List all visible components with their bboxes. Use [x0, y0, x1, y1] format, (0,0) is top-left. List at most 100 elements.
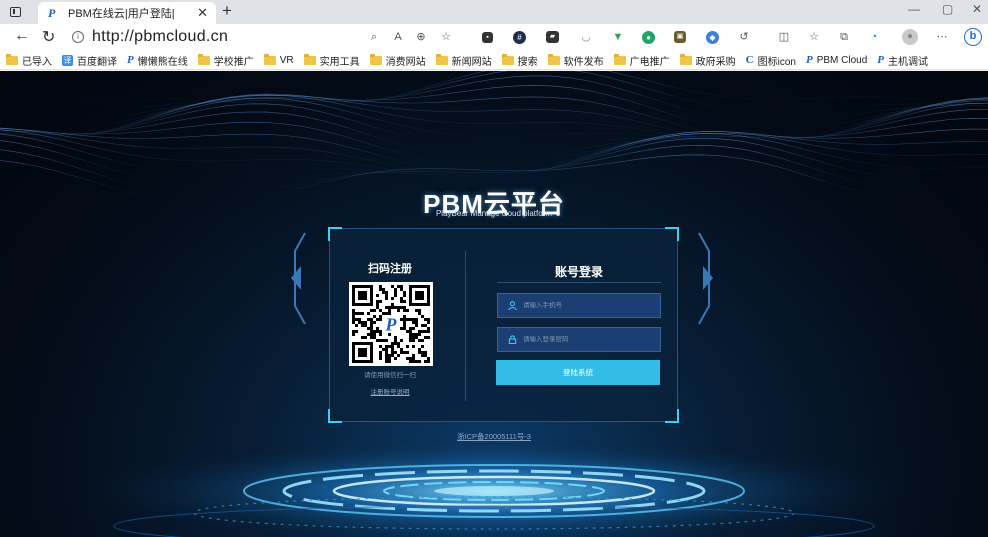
- extension-icon[interactable]: ▣: [674, 31, 686, 43]
- bookmark-item[interactable]: 软件发布: [547, 53, 604, 68]
- bookmark-label: 主机调试: [888, 56, 928, 68]
- translate-app-icon: 译: [62, 54, 73, 66]
- corner-decoration: [665, 227, 679, 241]
- bookmark-label: 百度翻译: [77, 56, 117, 68]
- bookmark-item[interactable]: VR: [263, 53, 294, 66]
- qr-hint: 请使用微信扫一扫: [364, 372, 416, 379]
- favorite-star-icon[interactable]: ☆: [438, 29, 454, 45]
- bookmark-item[interactable]: P 懒懒熊在线: [127, 53, 188, 68]
- portal-ring-decoration: [74, 431, 914, 537]
- phone-input[interactable]: [523, 302, 653, 309]
- bookmark-label: 软件发布: [563, 56, 604, 68]
- bookmark-item[interactable]: C 图标icon: [746, 53, 796, 68]
- qr-code: P: [349, 282, 433, 366]
- more-icon[interactable]: ⋯: [934, 29, 950, 45]
- bookmark-item[interactable]: 译百度翻译: [62, 53, 117, 68]
- collections-icon[interactable]: ⧉: [836, 29, 852, 45]
- maximize-icon[interactable]: ▢: [942, 2, 953, 16]
- svg-text:P: P: [385, 315, 398, 335]
- bookmark-label: VR: [279, 54, 294, 66]
- split-screen-icon[interactable]: ◫: [776, 29, 792, 45]
- iconfont-logo-icon: C: [745, 54, 754, 66]
- particle-wave-background: [0, 71, 988, 204]
- login-submit-button[interactable]: 登陆系统: [496, 360, 660, 385]
- bookmark-label: 政府采购: [695, 56, 736, 68]
- pbm-logo-icon: P: [48, 6, 56, 20]
- password-field[interactable]: [497, 327, 661, 352]
- phone-field[interactable]: [497, 293, 661, 318]
- profile-avatar-icon[interactable]: ●: [902, 29, 918, 45]
- bookmark-label: 新闻网站: [451, 56, 492, 68]
- bookmark-label: PBM Cloud: [816, 54, 868, 66]
- extension-icon[interactable]: ◆: [706, 31, 719, 44]
- reload-icon[interactable]: ↻: [42, 27, 55, 47]
- search-page-icon[interactable]: ⌕: [366, 29, 382, 45]
- bookmark-label: 广电推广: [629, 56, 670, 68]
- site-info-icon[interactable]: i: [72, 31, 84, 43]
- bookmark-item[interactable]: 已导入: [6, 53, 52, 68]
- close-tab-icon[interactable]: ✕: [197, 5, 208, 21]
- browser-tab[interactable]: P PBM在线云|用户登陆| ✕: [38, 2, 216, 24]
- folder-icon: [679, 53, 692, 65]
- bookmark-item[interactable]: 新闻网站: [435, 53, 492, 68]
- extension-icon[interactable]: ▪: [482, 32, 493, 43]
- bookmark-label: 消费网站: [385, 56, 426, 68]
- zoom-icon[interactable]: ⊕: [413, 29, 429, 45]
- pbm-logo-icon: P: [127, 54, 134, 66]
- bookmark-label: 实用工具: [319, 56, 360, 68]
- folder-icon: [501, 53, 514, 65]
- bookmark-label: 搜索: [517, 56, 538, 68]
- favorites-icon[interactable]: ☆: [806, 29, 822, 45]
- bookmark-item[interactable]: 实用工具: [303, 53, 360, 68]
- pbm-logo-icon: P: [805, 54, 813, 66]
- bookmark-item[interactable]: 消费网站: [369, 53, 426, 68]
- shield-extension-icon[interactable]: ◡: [578, 29, 594, 45]
- extension-icon[interactable]: ●: [642, 31, 655, 44]
- url-field[interactable]: http://pbmcloud.cn: [92, 28, 228, 46]
- left-bracket-decoration: [291, 232, 306, 325]
- qr-code-image: P: [352, 285, 430, 363]
- tab-actions-icon[interactable]: [0, 0, 30, 24]
- shield-check-icon[interactable]: ▼: [610, 29, 626, 45]
- folder-icon: [547, 53, 560, 65]
- pbm-logo-icon: P: [877, 54, 884, 66]
- bookmark-item[interactable]: 搜索: [501, 53, 538, 68]
- page-viewport: PBM云平台 PlayBear Manage cloud platform 扫码…: [0, 71, 988, 537]
- refresh-extension-icon[interactable]: ↺: [736, 29, 752, 45]
- tab-title: PBM在线云|用户登陆|: [68, 8, 175, 20]
- folder-icon: [263, 53, 276, 65]
- bookmarks-bar: 已导入译百度翻译 P 懒懒熊在线 学校推广 VR 实用工具 消费网站 新闻网站 搜索 软件发布 广电…: [0, 51, 988, 70]
- extension-icon[interactable]: ▰: [546, 31, 559, 43]
- bookmark-label: 学校推广: [213, 56, 254, 68]
- section-divider: [465, 251, 466, 401]
- account-login-title: 账号登录: [554, 265, 603, 279]
- bookmark-item[interactable]: P PBM Cloud: [806, 54, 867, 66]
- new-tab-button[interactable]: +: [222, 1, 232, 21]
- extension-icon[interactable]: #: [513, 31, 526, 44]
- read-aloud-icon[interactable]: A: [390, 29, 406, 45]
- bookmark-item[interactable]: 政府采购: [679, 53, 736, 68]
- bookmark-label: 已导入: [22, 56, 52, 68]
- corner-decoration: [328, 227, 342, 241]
- bing-icon[interactable]: b: [964, 28, 982, 46]
- brand-subtitle: PlayBear Manage cloud platform: [435, 209, 553, 218]
- lock-icon: [508, 335, 517, 344]
- bookmark-label: 图标icon: [757, 56, 796, 68]
- bookmark-item[interactable]: 学校推广: [197, 53, 254, 68]
- window-close-icon[interactable]: ✕: [972, 2, 982, 16]
- minimize-icon[interactable]: —: [908, 2, 920, 16]
- qr-register-title: 扫码注册: [368, 263, 412, 275]
- browser-essentials-icon[interactable]: ◔: [866, 29, 882, 45]
- bookmark-item[interactable]: 广电推广: [613, 53, 670, 68]
- bookmark-item[interactable]: P 主机调试: [877, 53, 928, 68]
- bookmark-label: 懒懒熊在线: [137, 56, 188, 68]
- right-bracket-decoration: [698, 232, 713, 325]
- folder-icon: [613, 53, 626, 65]
- folder-icon: [6, 53, 18, 65]
- folder-icon: [197, 53, 210, 65]
- back-icon[interactable]: ←: [14, 27, 30, 45]
- folder-icon: [303, 53, 316, 65]
- password-input[interactable]: [523, 336, 653, 343]
- address-bar-row: ← ↻ i http://pbmcloud.cn ⌕ A ⊕ ☆ ▪ # ▰ ◡…: [0, 24, 988, 51]
- user-icon: [508, 301, 517, 310]
